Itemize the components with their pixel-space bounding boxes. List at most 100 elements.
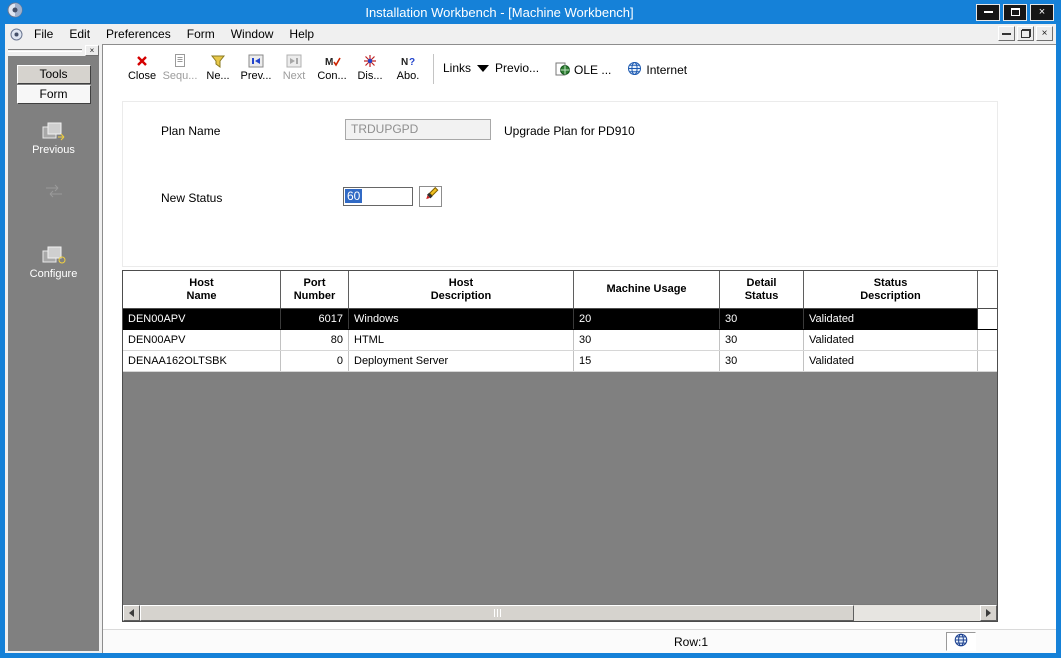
svg-text:M: M — [325, 57, 333, 68]
mdi-minimize-button[interactable] — [998, 26, 1015, 41]
toolbar-display-button[interactable]: Dis... — [351, 52, 389, 82]
scrollbar-track[interactable] — [140, 605, 980, 621]
cell-host-description[interactable]: Deployment Server — [349, 351, 574, 371]
mdi-minimize-icon — [1002, 32, 1011, 35]
column-header-host-name[interactable]: Host Name — [123, 271, 281, 308]
internet-button[interactable]: Internet — [627, 61, 687, 79]
minimize-button[interactable] — [976, 3, 1000, 21]
sidebar-item-label: Previous — [32, 144, 75, 156]
ole-button[interactable]: OLE ... — [555, 61, 611, 79]
table-row[interactable]: DENAA162OLTSBK 0 Deployment Server 15 30… — [123, 351, 997, 372]
cell-host-description[interactable]: HTML — [349, 330, 574, 350]
cell-machine-usage[interactable]: 20 — [574, 309, 720, 329]
close-x-icon — [135, 52, 149, 69]
maximize-button[interactable] — [1003, 3, 1027, 21]
thumb-grip — [496, 609, 498, 617]
toolbar-prev-button[interactable]: Prev... — [237, 52, 275, 82]
scroll-left-button[interactable] — [123, 605, 140, 621]
confirm-icon: M — [324, 52, 341, 69]
table-row[interactable]: DEN00APV 80 HTML 30 30 Validated — [123, 330, 997, 351]
scroll-right-icon — [986, 609, 991, 617]
mdi-restore-button[interactable] — [1017, 26, 1034, 41]
cell-port-number[interactable]: 80 — [281, 330, 349, 350]
header-line: Number — [293, 289, 336, 302]
title-bar: Installation Workbench - [Machine Workbe… — [0, 0, 1061, 24]
visual-assist-icon — [423, 186, 439, 207]
previous-arrow-icon — [248, 52, 264, 69]
header-line: Detail — [746, 276, 777, 289]
cell-status-description[interactable]: Validated — [804, 351, 978, 371]
toolbar-about-button[interactable]: N? Abo. — [389, 52, 427, 83]
sidebar-tab-tools[interactable]: Tools — [16, 65, 91, 84]
visual-assist-button[interactable] — [419, 186, 442, 207]
toolbar-confirm-button[interactable]: M Con... — [313, 52, 351, 83]
cell-port-number[interactable]: 0 — [281, 351, 349, 371]
exit-bar: Tools Form Previous Configure — [8, 56, 99, 651]
cell-spacer — [978, 351, 997, 371]
thumb-grip — [499, 609, 501, 617]
close-button[interactable]: × — [1030, 3, 1054, 21]
horizontal-scrollbar[interactable] — [123, 604, 997, 621]
row-indicator: Row:1 — [674, 635, 709, 649]
grid-empty-area — [123, 372, 997, 604]
sidebar-item-previous[interactable]: Previous — [8, 120, 99, 156]
internet-globe-icon — [627, 61, 642, 79]
mdi-close-button[interactable]: × — [1036, 26, 1053, 41]
sequence-icon — [173, 52, 187, 69]
table-row[interactable]: DEN00APV 6017 Windows 20 30 Validated — [123, 309, 997, 330]
sidebar-item-configure[interactable]: Configure — [8, 244, 99, 280]
toolbar-button-label: Sequ... — [162, 70, 198, 82]
cell-detail-status[interactable]: 30 — [720, 309, 804, 329]
cell-machine-usage[interactable]: 30 — [574, 330, 720, 350]
column-header-detail-status[interactable]: Detail Status — [720, 271, 804, 308]
column-header-status-description[interactable]: Status Description — [804, 271, 978, 308]
new-status-field[interactable]: 60 — [343, 187, 413, 206]
chevron-down-icon — [477, 64, 490, 72]
cell-spacer — [978, 309, 997, 329]
scrollbar-thumb[interactable] — [140, 605, 854, 621]
menu-bar: File Edit Preferences Form Window Help × — [5, 24, 1056, 44]
plan-name-field[interactable]: TRDUPGPD — [345, 119, 491, 140]
header-line: Status — [744, 289, 779, 302]
cell-detail-status[interactable]: 30 — [720, 351, 804, 371]
system-menu-icon[interactable] — [8, 28, 24, 41]
menu-help[interactable]: Help — [281, 26, 322, 43]
sidebar-item-label: Configure — [29, 268, 78, 280]
toolbar-new-button[interactable]: Ne... — [199, 52, 237, 82]
links-dropdown[interactable]: Links Previo... — [443, 61, 539, 75]
exit-bar-grip[interactable] — [8, 48, 82, 52]
column-header-port-number[interactable]: Port Number — [281, 271, 349, 308]
scroll-left-icon — [129, 609, 134, 617]
cell-detail-status[interactable]: 30 — [720, 330, 804, 350]
cell-host-name[interactable]: DENAA162OLTSBK — [123, 351, 281, 371]
column-header-host-description[interactable]: Host Description — [349, 271, 574, 308]
minimize-icon — [983, 11, 993, 13]
toolbar-close-button[interactable]: Close — [123, 52, 161, 82]
menu-form[interactable]: Form — [179, 26, 223, 43]
cell-status-description[interactable]: Validated — [804, 309, 978, 329]
cell-port-number[interactable]: 6017 — [281, 309, 349, 329]
app-icon — [7, 2, 23, 23]
exit-bar-column: × Tools Form Previous Configure — [5, 44, 102, 653]
cell-host-name[interactable]: DEN00APV — [123, 309, 281, 329]
toolbar-button-label: Con... — [317, 70, 347, 82]
about-icon: N? — [400, 52, 416, 69]
cell-host-description[interactable]: Windows — [349, 309, 574, 329]
window-controls: × — [976, 3, 1054, 21]
column-header-machine-usage[interactable]: Machine Usage — [574, 271, 720, 308]
cell-machine-usage[interactable]: 15 — [574, 351, 720, 371]
menu-preferences[interactable]: Preferences — [98, 26, 179, 43]
toolbar-button-label: Ne... — [206, 70, 230, 82]
exit-bar-handle[interactable]: × — [5, 44, 102, 56]
menu-edit[interactable]: Edit — [61, 26, 98, 43]
menu-file[interactable]: File — [26, 26, 61, 43]
plan-name-label: Plan Name — [161, 124, 221, 138]
exit-bar-close-button[interactable]: × — [85, 44, 99, 56]
menu-window[interactable]: Window — [223, 26, 282, 43]
toolbar: Close Sequ... Ne... Prev... Next M Con..… — [103, 45, 1056, 91]
sidebar-tab-form[interactable]: Form — [16, 85, 91, 104]
cell-status-description[interactable]: Validated — [804, 330, 978, 350]
close-icon: × — [1038, 6, 1046, 18]
cell-host-name[interactable]: DEN00APV — [123, 330, 281, 350]
scroll-right-button[interactable] — [980, 605, 997, 621]
